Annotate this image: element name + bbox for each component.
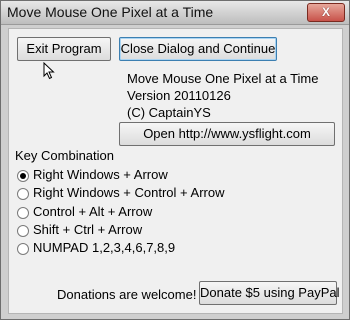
radio-button[interactable] [17,243,29,255]
version-text: Version 20110126 [127,88,231,103]
app-name-text: Move Mouse One Pixel at a Time [127,71,319,86]
dialog-window: Move Mouse One Pixel at a Time X Exit Pr… [0,0,350,320]
copyright-text: (C) CaptainYS [127,105,211,120]
close-icon: X [321,5,330,19]
radio-label: Shift + Ctrl + Arrow [33,222,143,237]
open-website-button[interactable]: Open http://www.ysflight.com [119,122,335,146]
radio-label: Control + Alt + Arrow [33,204,153,219]
window-title: Move Mouse One Pixel at a Time [7,4,214,20]
exit-program-button[interactable]: Exit Program [17,37,111,61]
close-window-button[interactable]: X [307,3,345,22]
donate-paypal-button[interactable]: Donate $5 using PayPal [199,281,339,305]
radio-button[interactable] [17,225,29,237]
radio-button[interactable] [17,207,29,219]
donation-text: Donations are welcome! [57,287,197,302]
radio-label: Right Windows + Control + Arrow [33,185,225,200]
title-bar[interactable]: Move Mouse One Pixel at a Time X [1,1,349,25]
close-dialog-continue-button[interactable]: Close Dialog and Continue [119,37,277,61]
radio-label: NUMPAD 1,2,3,4,6,7,8,9 [33,240,176,255]
key-combination-label: Key Combination [15,148,114,163]
dialog-content: Exit Program Close Dialog and Continue M… [8,28,343,314]
radio-label: Right Windows + Arrow [33,167,168,182]
radio-button[interactable] [17,170,29,182]
radio-button[interactable] [17,188,29,200]
mouse-pointer-icon [43,62,55,80]
